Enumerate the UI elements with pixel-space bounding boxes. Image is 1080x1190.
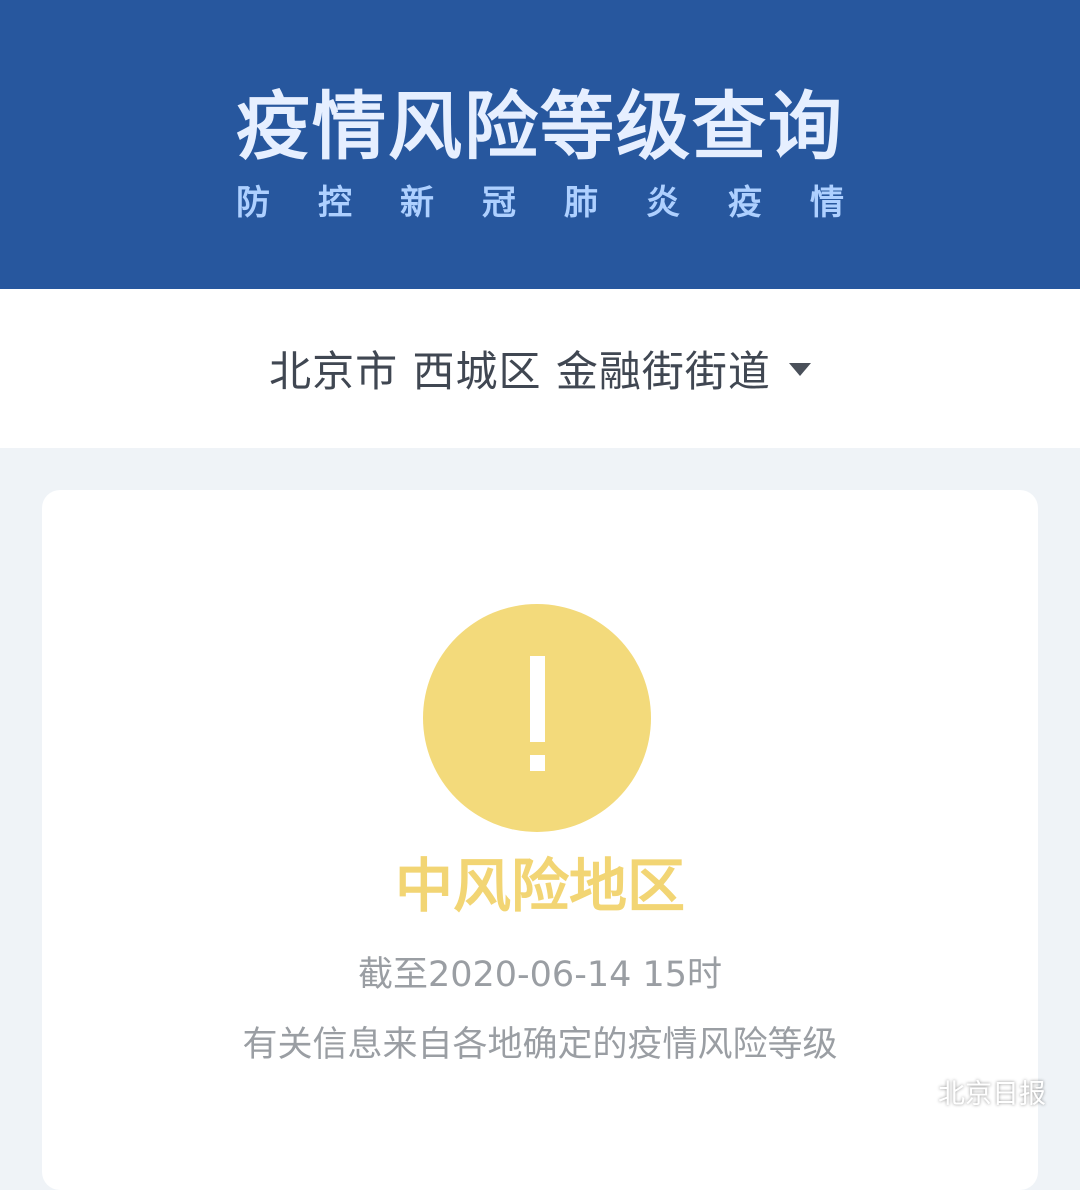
- subtitle-char: 防: [236, 183, 270, 223]
- subtitle-char: 疫: [728, 183, 762, 223]
- location-label: 北京市 西城区 金融街街道: [269, 347, 771, 396]
- page-subtitle: 防控新冠肺炎疫情: [0, 178, 1080, 228]
- risk-result-card: 中风险地区 截至2020-06-14 15时 有关信息来自各地确定的疫情风险等级: [42, 490, 1038, 1190]
- subtitle-char: 肺: [564, 183, 598, 223]
- page-title: 疫情风险等级查询: [236, 84, 844, 170]
- risk-level-label: 中风险地区: [394, 852, 685, 920]
- exclamation-icon: [423, 604, 651, 832]
- subtitle-char: 炎: [646, 183, 680, 223]
- exclamation-dot: [530, 755, 545, 771]
- location-selector[interactable]: 北京市 西城区 金融街街道: [0, 289, 1080, 448]
- watermark: 北京日报: [896, 1072, 1046, 1111]
- info-note: 有关信息来自各地确定的疫情风险等级: [242, 1025, 838, 1065]
- wechat-icon: [897, 1078, 928, 1103]
- subtitle-char: 冠: [482, 183, 516, 223]
- watermark-text: 北京日报: [938, 1079, 1046, 1110]
- caret-down-icon: [788, 363, 811, 376]
- exclamation-bar: [530, 656, 545, 742]
- subtitle-char: 控: [318, 183, 352, 223]
- subtitle-char: 情: [810, 183, 844, 223]
- header-banner: 疫情风险等级查询 防 控 新 冠 肺 炎 疫 情: [0, 0, 1080, 289]
- subtitle-char: 新: [400, 183, 434, 223]
- updated-timestamp: 截至2020-06-14 15时: [357, 955, 723, 995]
